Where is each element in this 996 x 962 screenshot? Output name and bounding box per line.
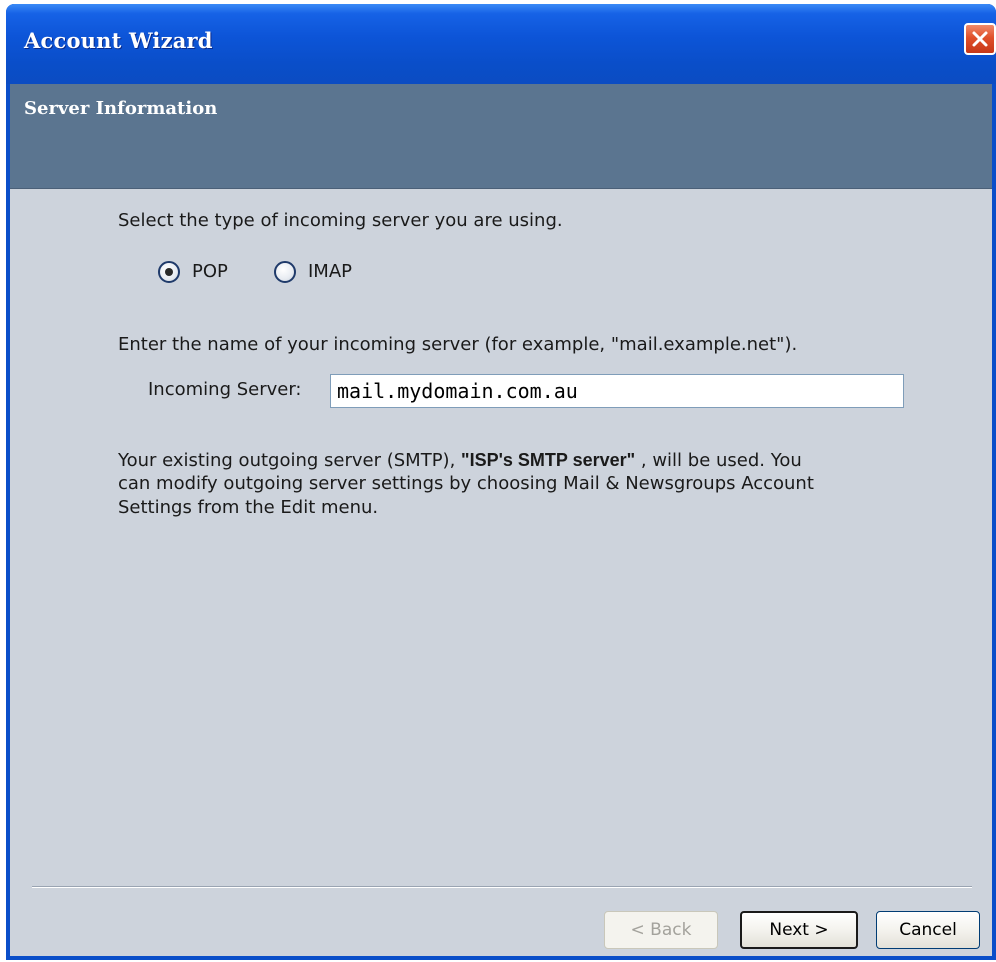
title-bar[interactable]: Account Wizard bbox=[6, 4, 996, 84]
close-button[interactable] bbox=[964, 23, 996, 55]
back-button[interactable]: < Back bbox=[604, 911, 718, 949]
outgoing-server-note: Your existing outgoing server (SMTP), "I… bbox=[118, 448, 802, 473]
imap-radio-label[interactable]: IMAP bbox=[308, 260, 352, 284]
outgoing-note-line2: can modify outgoing server settings by c… bbox=[118, 473, 814, 494]
close-x-icon bbox=[972, 31, 988, 47]
wizard-client-area: Server Information Select the type of in… bbox=[10, 84, 992, 956]
outgoing-note-after: , will be used. You bbox=[640, 450, 802, 471]
pop-radio-label[interactable]: POP bbox=[192, 260, 228, 284]
button-separator bbox=[32, 886, 972, 888]
incoming-server-label: Incoming Server: bbox=[148, 379, 302, 400]
incoming-server-input[interactable] bbox=[330, 374, 904, 408]
imap-radio-button[interactable] bbox=[274, 261, 296, 283]
outgoing-note-before: Your existing outgoing server (SMTP), bbox=[118, 450, 456, 471]
page-header: Server Information bbox=[10, 84, 992, 189]
page-title: Server Information bbox=[24, 98, 218, 119]
next-button[interactable]: Next > bbox=[740, 911, 858, 949]
server-type-prompt: Select the type of incoming server you a… bbox=[118, 210, 563, 231]
window-title: Account Wizard bbox=[24, 28, 213, 53]
cancel-button[interactable]: Cancel bbox=[876, 911, 980, 949]
smtp-server-name: "ISP's SMTP server" bbox=[461, 450, 636, 470]
pop-radio-button[interactable] bbox=[158, 261, 180, 283]
radio-selected-dot bbox=[165, 268, 173, 276]
incoming-server-prompt: Enter the name of your incoming server (… bbox=[118, 334, 798, 355]
account-wizard-window: Account Wizard Server Information Select… bbox=[6, 4, 996, 960]
outgoing-note-line3: Settings from the Edit menu. bbox=[118, 497, 379, 518]
